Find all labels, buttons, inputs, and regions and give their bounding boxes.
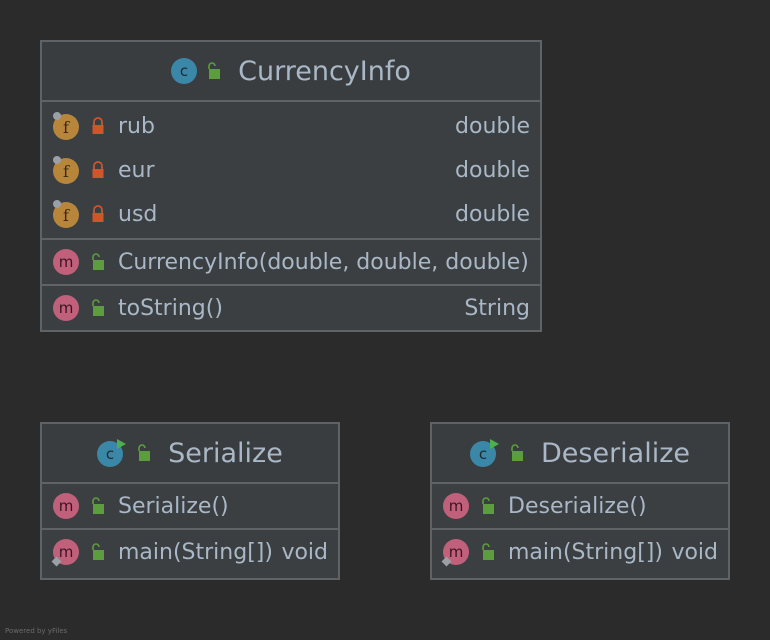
private-lock-icon xyxy=(92,117,104,134)
public-lock-icon xyxy=(92,253,104,270)
svg-text:m: m xyxy=(59,253,74,271)
fields-section: f rub double f eur double f usd double xyxy=(42,102,540,240)
svg-text:m: m xyxy=(449,543,464,561)
method-icon: m xyxy=(53,295,79,321)
private-lock-icon xyxy=(92,205,104,222)
class-currencyinfo[interactable]: c CurrencyInfo f rub double f eur double… xyxy=(40,40,542,332)
svg-text:m: m xyxy=(59,543,74,561)
field-type: double xyxy=(455,113,530,139)
method-name: main(String[]) xyxy=(508,539,663,565)
constructor-row[interactable]: m Deserialize() xyxy=(432,484,728,528)
methods-section: m toString() String xyxy=(42,286,540,330)
class-header: c Serialize xyxy=(42,424,338,484)
public-lock-icon xyxy=(482,497,494,514)
class-name: CurrencyInfo xyxy=(238,55,411,87)
method-type: void xyxy=(281,539,328,565)
method-icon: m xyxy=(53,249,79,275)
field-name: rub xyxy=(118,113,155,139)
method-name: toString() xyxy=(118,295,223,321)
private-lock-icon xyxy=(92,161,104,178)
public-lock-icon xyxy=(92,497,104,514)
field-row[interactable]: f rub double xyxy=(42,104,540,148)
class-serialize[interactable]: c Serialize m Serialize() m main(String[… xyxy=(40,422,340,580)
svg-text:m: m xyxy=(59,299,74,317)
runnable-class-icon: c xyxy=(469,439,499,467)
method-name: main(String[]) xyxy=(118,539,273,565)
method-row[interactable]: m main(String[]) void xyxy=(42,530,338,574)
methods-section: m main(String[]) void xyxy=(432,530,728,574)
field-name: eur xyxy=(118,157,155,183)
field-icon: f xyxy=(53,156,79,184)
static-method-icon: m xyxy=(51,539,79,567)
field-type: double xyxy=(455,157,530,183)
field-row[interactable]: f usd double xyxy=(42,192,540,236)
constructor-name: CurrencyInfo(double, double, double) xyxy=(118,249,529,275)
public-lock-icon xyxy=(482,543,494,560)
runnable-class-icon: c xyxy=(97,439,127,467)
constructors-section: m Deserialize() xyxy=(432,484,728,530)
svg-text:c: c xyxy=(479,445,487,463)
class-name: Deserialize xyxy=(540,437,690,469)
method-type: void xyxy=(671,539,718,565)
public-lock-icon xyxy=(138,444,151,461)
constructor-name: Serialize() xyxy=(118,493,229,519)
field-icon: f xyxy=(53,200,79,228)
constructor-row[interactable]: m CurrencyInfo(double, double, double) xyxy=(42,240,540,284)
public-lock-icon xyxy=(511,444,523,461)
static-method-icon: m xyxy=(441,539,469,567)
constructor-name: Deserialize() xyxy=(508,493,647,519)
field-type: double xyxy=(455,201,530,227)
methods-section: m main(String[]) void xyxy=(42,530,338,574)
constructor-row[interactable]: m Serialize() xyxy=(42,484,338,528)
class-name: Serialize xyxy=(168,437,283,469)
class-header: c Deserialize xyxy=(432,424,728,484)
public-lock-icon xyxy=(208,62,221,79)
powered-by-note: Powered by yFiles xyxy=(5,627,68,635)
method-row[interactable]: m main(String[]) void xyxy=(432,530,728,574)
class-header: c CurrencyInfo xyxy=(42,42,540,102)
field-row[interactable]: f eur double xyxy=(42,148,540,192)
public-lock-icon xyxy=(92,543,104,560)
svg-text:m: m xyxy=(449,497,464,515)
svg-text:m: m xyxy=(59,497,74,515)
svg-text:c: c xyxy=(180,62,188,80)
field-name: usd xyxy=(118,201,158,227)
svg-text:c: c xyxy=(106,445,114,463)
method-icon: m xyxy=(53,493,79,519)
method-icon: m xyxy=(443,493,469,519)
constructors-section: m CurrencyInfo(double, double, double) xyxy=(42,240,540,286)
method-row[interactable]: m toString() String xyxy=(42,286,540,330)
constructors-section: m Serialize() xyxy=(42,484,338,530)
class-deserialize[interactable]: c Deserialize m Deserialize() m main(Str… xyxy=(430,422,730,580)
public-lock-icon xyxy=(92,299,104,316)
field-icon: f xyxy=(53,112,79,140)
method-type: String xyxy=(464,295,530,321)
class-icon: c xyxy=(171,58,198,84)
